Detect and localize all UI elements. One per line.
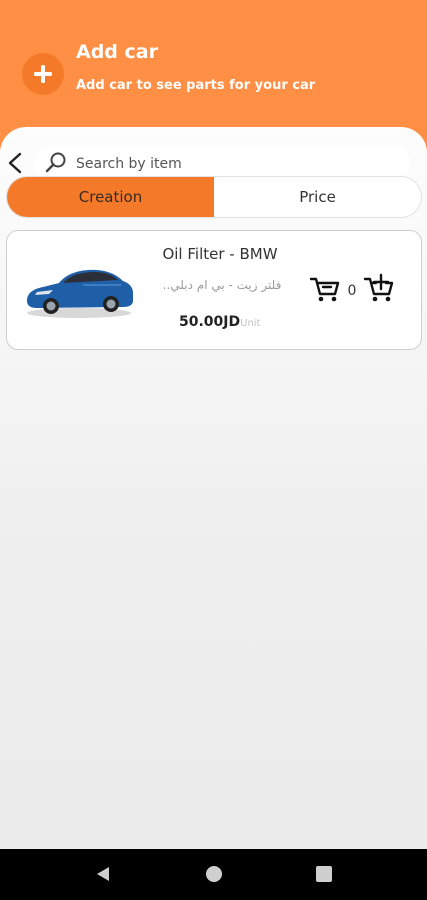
- product-price: 50.00JD: [179, 314, 241, 330]
- product-name: Oil Filter - BMW: [162, 245, 278, 263]
- nav-back-icon[interactable]: [94, 865, 112, 883]
- add-car-title[interactable]: Add car: [76, 41, 158, 63]
- chevron-left-icon[interactable]: [4, 150, 28, 176]
- search-input[interactable]: [76, 153, 396, 175]
- tab-creation[interactable]: Creation: [7, 177, 214, 217]
- add-car-subtitle: Add car to see parts for your car: [76, 78, 316, 93]
- sort-tabs: Creation Price: [6, 176, 422, 218]
- search-icon: [45, 152, 66, 173]
- tab-price[interactable]: Price: [214, 177, 421, 217]
- system-nav-bar: [0, 849, 427, 900]
- product-card[interactable]: Oil Filter - BMW فلتر زيت - بي ام دبلي..…: [6, 230, 422, 350]
- plus-icon: [34, 65, 52, 83]
- car-image: [27, 269, 133, 318]
- product-name-arabic: فلتر زيت - بي ام دبلي..: [162, 278, 282, 292]
- cart-add-icon[interactable]: [363, 273, 395, 305]
- add-car-button[interactable]: [22, 53, 64, 95]
- nav-recents-icon[interactable]: [316, 866, 332, 882]
- cart-remove-icon[interactable]: [309, 273, 341, 305]
- nav-home-icon[interactable]: [206, 866, 222, 882]
- product-price-row: 50.00JDUnit: [179, 311, 260, 330]
- product-unit: Unit: [240, 318, 261, 329]
- product-quantity: 0: [347, 283, 357, 299]
